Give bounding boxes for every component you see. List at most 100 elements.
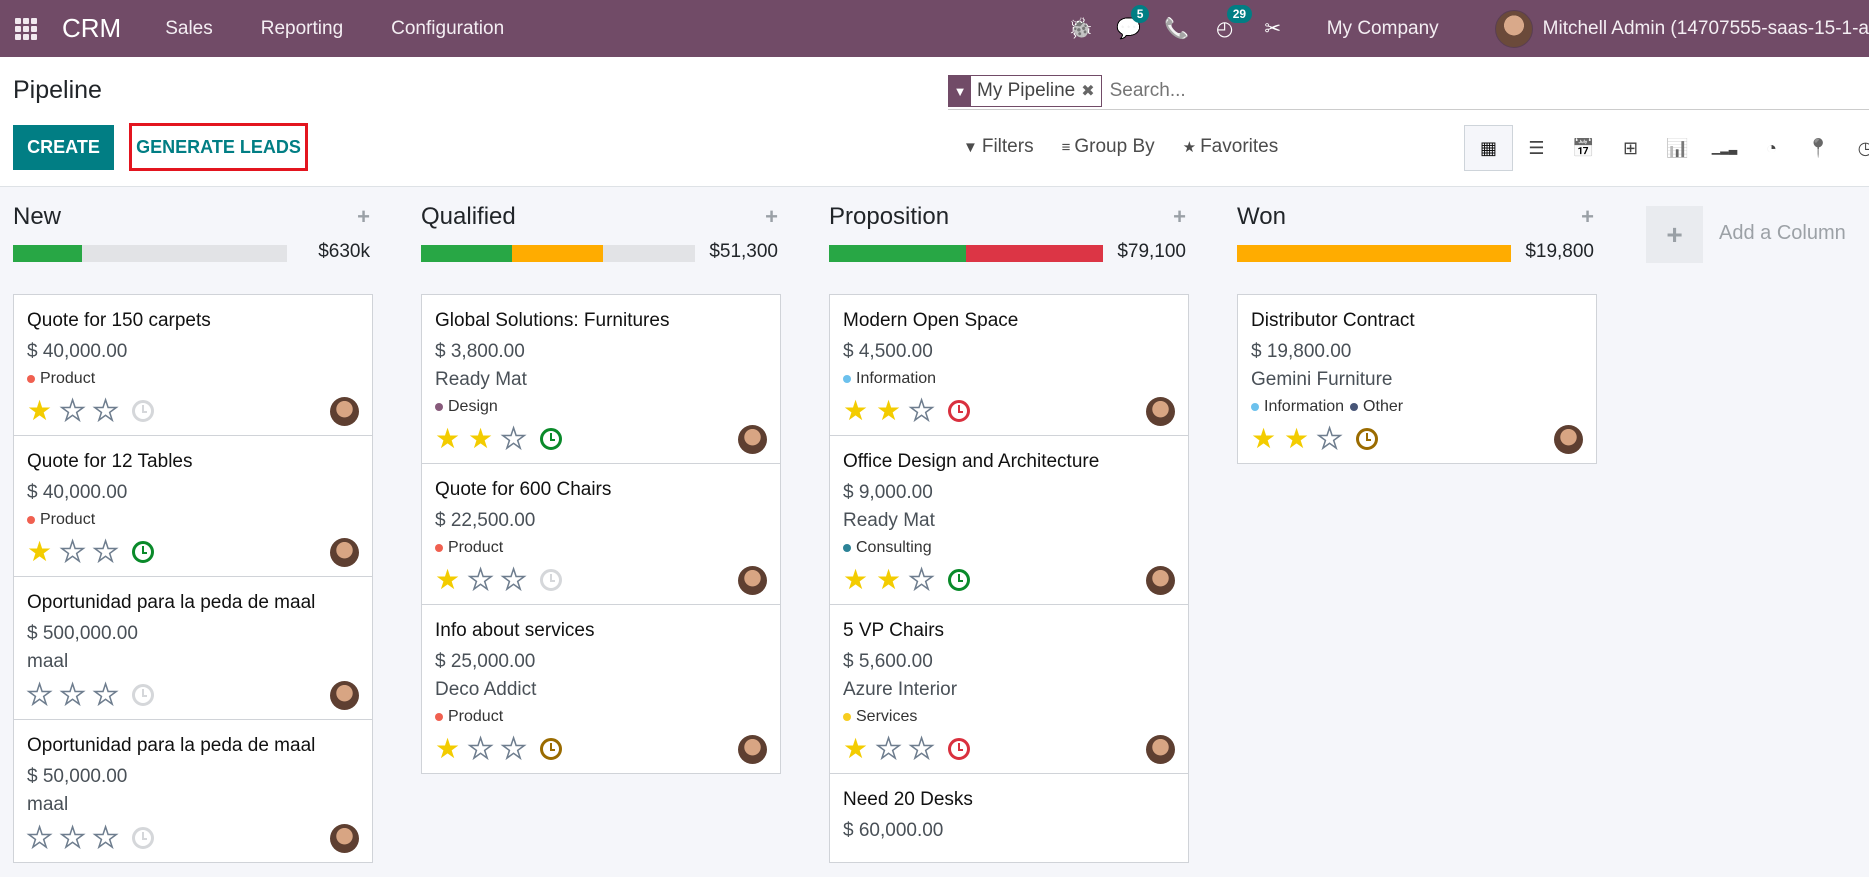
user-menu[interactable]: Mitchell Admin (14707555-saas-15-1-a: [1543, 18, 1869, 40]
priority-star-icon[interactable]: ★: [92, 680, 126, 710]
priority-star-icon[interactable]: ★: [92, 396, 126, 426]
activity-clock-icon[interactable]: [948, 738, 970, 760]
list-view-button[interactable]: ☰: [1513, 125, 1560, 171]
tools-button[interactable]: ✂: [1249, 0, 1297, 57]
priority-star-icon[interactable]: ★: [92, 537, 126, 567]
app-name[interactable]: CRM: [62, 13, 121, 44]
bug-button[interactable]: 🐞: [1057, 0, 1105, 57]
priority-star-icon[interactable]: ★: [908, 396, 942, 426]
phone-button[interactable]: 📞: [1153, 0, 1201, 57]
activity-clock-icon[interactable]: [132, 684, 154, 706]
menu-configuration[interactable]: Configuration: [391, 18, 504, 40]
progress-segment[interactable]: [512, 245, 604, 262]
priority-star-icon[interactable]: ★: [92, 823, 126, 853]
priority-star-icon[interactable]: ★: [908, 565, 942, 595]
activity-clock-button[interactable]: ◴ 29: [1201, 0, 1253, 57]
column-progress-bar[interactable]: [421, 245, 695, 262]
kanban-card[interactable]: Oportunidad para la peda de maal $ 500,00…: [14, 577, 372, 720]
add-column-button[interactable]: +: [1646, 206, 1703, 263]
kanban-card[interactable]: Office Design and Architecture $ 9,000.00…: [830, 436, 1188, 605]
priority-star-icon[interactable]: ★: [27, 397, 60, 425]
create-button[interactable]: CREATE: [13, 125, 114, 170]
dashboard-view-button[interactable]: ◔: [1748, 125, 1795, 171]
progress-segment[interactable]: [421, 245, 513, 262]
priority-star-icon[interactable]: ★: [59, 680, 93, 710]
cohort-view-button[interactable]: ▁▂▃: [1701, 125, 1748, 171]
kanban-card[interactable]: Need 20 Desks $ 60,000.00: [830, 774, 1188, 862]
kanban-card[interactable]: 5 VP Chairs $ 5,600.00 Azure Interior Servi…: [830, 605, 1188, 774]
apps-menu-button[interactable]: [0, 0, 52, 57]
groupby-dropdown[interactable]: ≡ Group By: [1062, 136, 1155, 158]
filters-dropdown[interactable]: ▼ Filters: [963, 136, 1034, 158]
column-progress-bar[interactable]: [829, 245, 1103, 262]
column-progress-bar[interactable]: [1237, 245, 1511, 262]
priority-star-icon[interactable]: ★: [1251, 425, 1284, 453]
activity-clock-icon[interactable]: [540, 569, 562, 591]
activity-clock-icon[interactable]: [132, 400, 154, 422]
priority-star-icon[interactable]: ★: [59, 537, 93, 567]
priority-star-icon[interactable]: ★: [500, 565, 534, 595]
priority-star-icon[interactable]: ★: [468, 425, 501, 453]
priority-star-icon[interactable]: ★: [500, 734, 534, 764]
priority-star-icon[interactable]: ★: [467, 565, 501, 595]
column-progress-bar[interactable]: [13, 245, 287, 262]
kanban-card[interactable]: Modern Open Space $ 4,500.00 Information ★ ★…: [830, 295, 1188, 436]
priority-star-icon[interactable]: ★: [26, 823, 60, 853]
priority-star-icon[interactable]: ★: [26, 680, 60, 710]
activity-clock-icon[interactable]: [1356, 428, 1378, 450]
priority-star-icon[interactable]: ★: [908, 734, 942, 764]
activity-clock-icon[interactable]: [132, 827, 154, 849]
activity-clock-icon[interactable]: [132, 541, 154, 563]
activity-clock-icon[interactable]: [540, 738, 562, 760]
priority-star-icon[interactable]: ★: [843, 735, 876, 763]
priority-star-icon[interactable]: ★: [435, 425, 468, 453]
activity-clock-icon[interactable]: [948, 400, 970, 422]
priority-star-icon[interactable]: ★: [875, 734, 909, 764]
progress-segment[interactable]: [829, 245, 966, 262]
progress-segment[interactable]: [1237, 245, 1511, 262]
quick-create-icon[interactable]: +: [1581, 204, 1594, 230]
graph-view-button[interactable]: 📊: [1654, 125, 1701, 171]
calendar-view-button[interactable]: 📅: [1560, 125, 1607, 171]
priority-star-icon[interactable]: ★: [59, 396, 93, 426]
search-input[interactable]: [1109, 80, 1810, 102]
priority-star-icon[interactable]: ★: [1316, 424, 1350, 454]
priority-star-icon[interactable]: ★: [1284, 425, 1317, 453]
progress-segment[interactable]: [966, 245, 1103, 262]
activity-view-button[interactable]: ◷: [1842, 125, 1869, 171]
kanban-view-button[interactable]: ▦: [1464, 125, 1513, 171]
priority-star-icon[interactable]: ★: [59, 823, 93, 853]
menu-reporting[interactable]: Reporting: [261, 18, 343, 40]
favorites-dropdown[interactable]: ★ Favorites: [1183, 136, 1279, 158]
kanban-card[interactable]: Oportunidad para la peda de maal $ 50,000…: [14, 720, 372, 858]
generate-leads-button[interactable]: GENERATE LEADS: [129, 123, 308, 171]
priority-star-icon[interactable]: ★: [435, 735, 468, 763]
kanban-card[interactable]: Quote for 150 carpets $ 40,000.00 Product ★…: [14, 295, 372, 436]
priority-star-icon[interactable]: ★: [843, 397, 876, 425]
chat-button[interactable]: 💬 5: [1105, 0, 1153, 57]
priority-star-icon[interactable]: ★: [27, 538, 60, 566]
kanban-card[interactable]: Quote for 12 Tables $ 40,000.00 Product ★ ★ ★: [14, 436, 372, 577]
priority-star-icon[interactable]: ★: [876, 397, 909, 425]
progress-segment[interactable]: [13, 245, 82, 262]
priority-star-icon[interactable]: ★: [467, 734, 501, 764]
activity-clock-icon[interactable]: [948, 569, 970, 591]
quick-create-icon[interactable]: +: [357, 204, 370, 230]
map-view-button[interactable]: 📍: [1795, 125, 1842, 171]
quick-create-icon[interactable]: +: [765, 204, 778, 230]
pivot-view-button[interactable]: ⊞: [1607, 125, 1654, 171]
kanban-card[interactable]: Quote for 600 Chairs $ 22,500.00 Product ★ ★…: [422, 464, 780, 605]
menu-sales[interactable]: Sales: [165, 18, 213, 40]
remove-facet-icon[interactable]: ✖: [1081, 76, 1100, 106]
priority-star-icon[interactable]: ★: [876, 566, 909, 594]
company-switcher[interactable]: My Company: [1327, 18, 1439, 40]
priority-star-icon[interactable]: ★: [435, 566, 468, 594]
kanban-card[interactable]: Info about services $ 25,000.00 Deco Addic…: [422, 605, 780, 769]
activity-clock-icon[interactable]: [540, 428, 562, 450]
kanban-card[interactable]: Global Solutions: Furnitures $ 3,800.00 Re…: [422, 295, 780, 464]
add-column-label[interactable]: Add a Column: [1719, 222, 1846, 245]
priority-star-icon[interactable]: ★: [500, 424, 534, 454]
user-avatar[interactable]: [1494, 9, 1533, 48]
kanban-card[interactable]: Distributor Contract $ 19,800.00 Gemini Fu…: [1238, 295, 1596, 459]
priority-star-icon[interactable]: ★: [843, 566, 876, 594]
